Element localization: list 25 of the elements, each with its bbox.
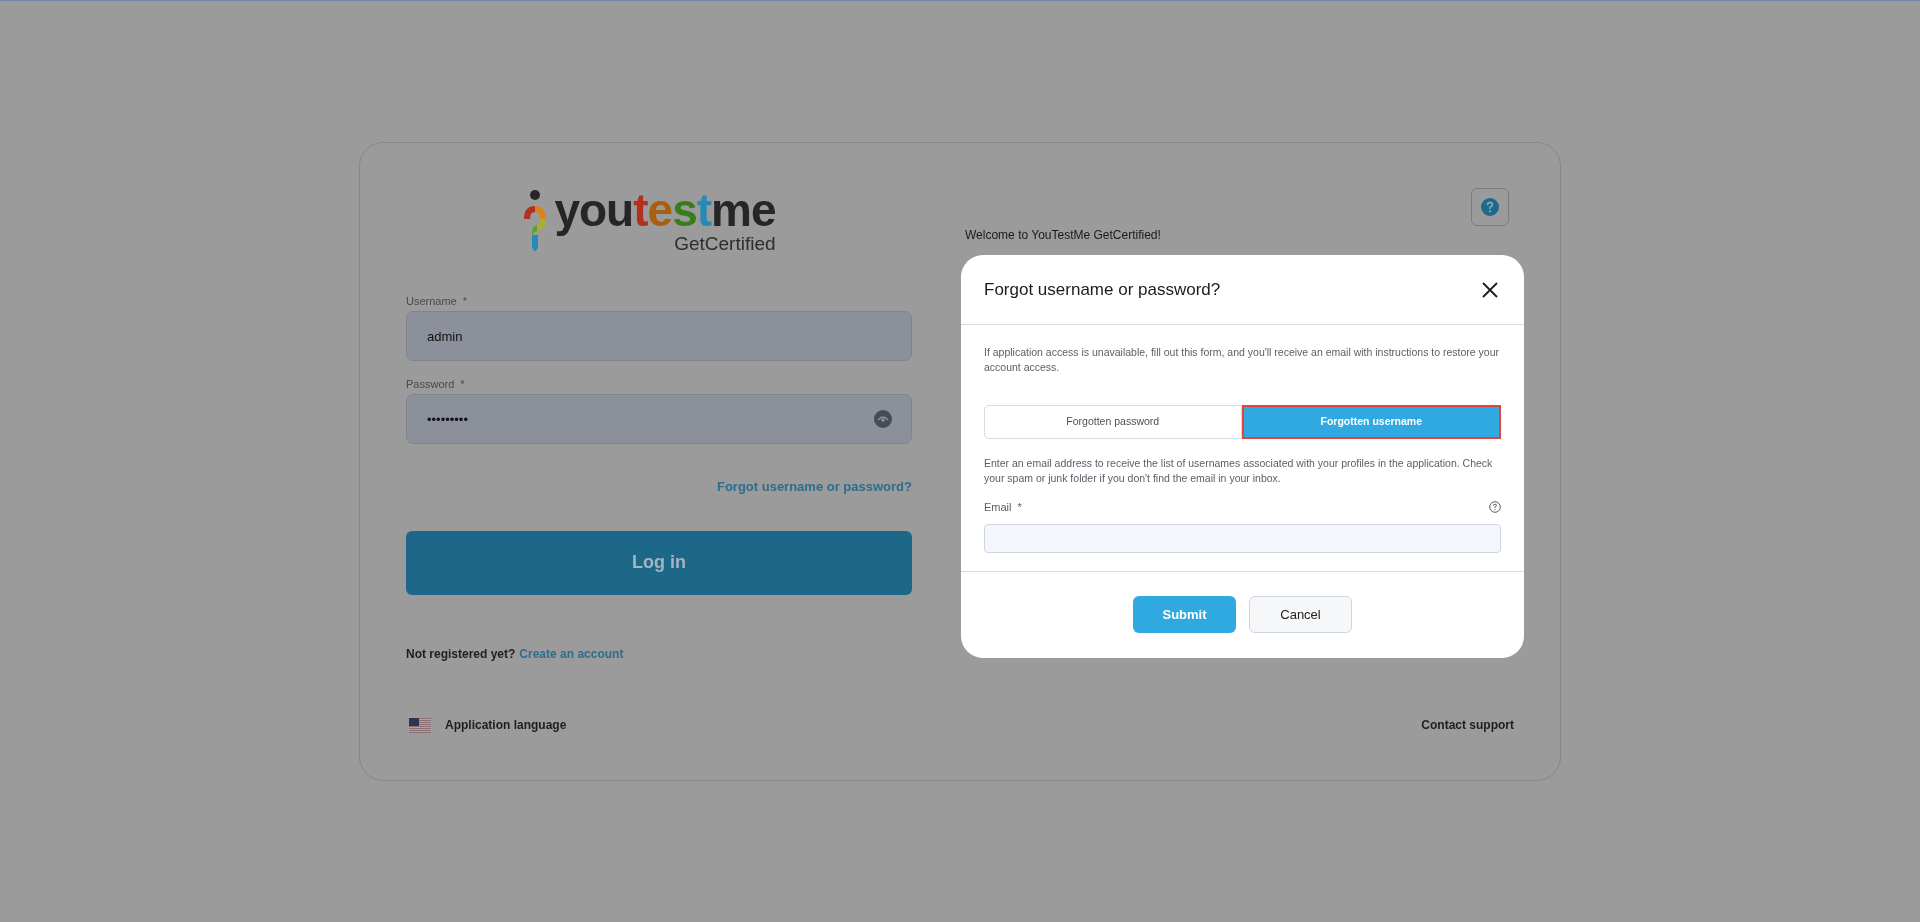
dialog-description: If application access is unavailable, fill out this form, and you'll receive an email with instructions to restore your account access.	[984, 345, 1500, 375]
field-label: Password	[406, 377, 455, 391]
email-label: Email	[984, 500, 1012, 515]
contact-support-link[interactable]: Contact support	[1421, 716, 1514, 734]
close-icon[interactable]	[1482, 281, 1498, 298]
help-icon[interactable]	[1489, 501, 1501, 514]
eye-icon[interactable]	[874, 410, 892, 428]
welcome-text: Welcome to YouTestMe GetCertified!	[965, 227, 1161, 244]
password-field[interactable]: •••••••••	[406, 394, 912, 444]
instructions-text: Enter an email address to receive the list of usernames associated with your profiles in the application. Check your spam or junk folder if you don't find the email in your inbox.	[984, 456, 1494, 486]
email-field[interactable]	[984, 523, 1501, 553]
required-mark: *	[460, 377, 465, 391]
required-mark: *	[1017, 500, 1022, 515]
help-button[interactable]	[1471, 188, 1509, 226]
field-label: Username	[406, 294, 457, 308]
username-field[interactable]: admin	[406, 311, 912, 361]
dialog-title: Forgot username or password?	[984, 278, 1221, 301]
flag-icon	[409, 717, 431, 733]
tab[interactable]: Forgotten password	[984, 405, 1242, 439]
logo-subtitle: GetCertified	[674, 233, 776, 255]
required-mark: *	[462, 294, 468, 308]
help-icon	[1481, 198, 1499, 216]
language-label[interactable]: Application language	[445, 716, 567, 734]
register-prompt: Not registered yet?	[406, 645, 516, 663]
cancel-button[interactable]: Cancel	[1249, 596, 1352, 634]
